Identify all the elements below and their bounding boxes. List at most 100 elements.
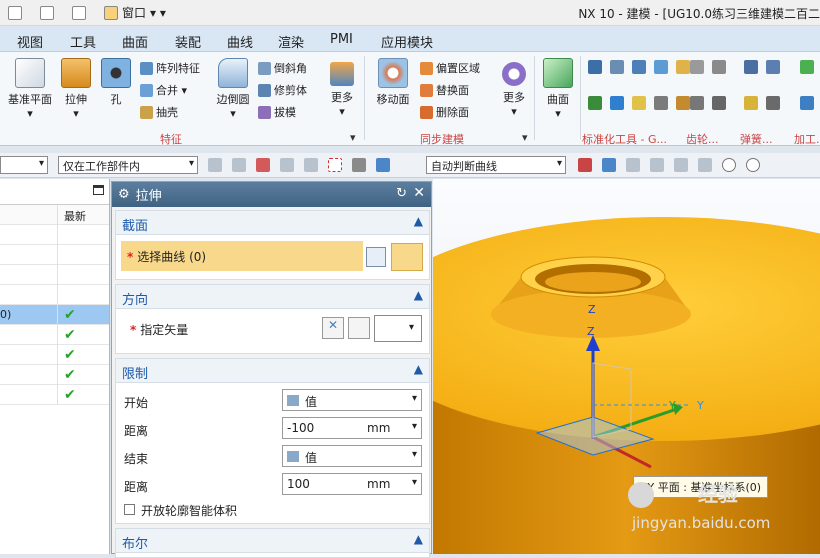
snap-end-icon[interactable]	[232, 158, 246, 172]
circle-icon[interactable]	[722, 158, 736, 172]
select-box-icon[interactable]	[328, 158, 342, 172]
spring-delete-icon[interactable]	[766, 96, 780, 110]
start-distance-input[interactable]: -100 mm ▾	[282, 417, 422, 439]
collapse-icon[interactable]: ▲	[414, 214, 423, 228]
tab-application[interactable]: 应用模块	[381, 32, 433, 51]
wrench-icon[interactable]	[610, 96, 624, 110]
collapse-icon[interactable]: ▲	[414, 288, 423, 302]
window-icon[interactable]	[104, 5, 118, 20]
table-row[interactable]: ✔	[0, 385, 109, 405]
gear-pair-icon[interactable]	[712, 60, 726, 74]
table-row[interactable]	[0, 245, 109, 265]
collapse-icon[interactable]: ▲	[414, 362, 423, 376]
edge-blend-button[interactable]: 边倒圆 ▾	[212, 58, 254, 120]
vector-dialog-icon[interactable]	[348, 317, 370, 339]
extrude-button[interactable]: 拉伸 ▾	[58, 58, 94, 120]
layers-icon[interactable]	[632, 60, 646, 74]
trim-body-button[interactable]: 修剪体	[258, 82, 307, 98]
tab-view[interactable]: 视图	[17, 32, 43, 51]
close-icon[interactable]: ✕	[413, 185, 425, 201]
edit-icon[interactable]	[72, 5, 86, 20]
end-distance-input[interactable]: 100 mm ▾	[282, 473, 422, 495]
sketch-section-icon[interactable]	[366, 247, 386, 267]
bearing-icon[interactable]	[654, 96, 668, 110]
tab-render[interactable]: 渲染	[278, 32, 304, 51]
table-row[interactable]	[0, 285, 109, 305]
spline-icon[interactable]	[674, 158, 688, 172]
table-row[interactable]	[0, 225, 109, 245]
gear-icon[interactable]	[690, 60, 704, 74]
gear-rack-icon[interactable]	[690, 96, 704, 110]
tab-surface[interactable]: 曲面	[122, 32, 148, 51]
limits-header[interactable]: 限制 ▲	[116, 359, 429, 383]
point-icon[interactable]	[698, 158, 712, 172]
curve-icon[interactable]	[650, 158, 664, 172]
reset-icon[interactable]: ↻	[396, 186, 407, 201]
table-row[interactable]: ✔	[0, 325, 109, 345]
shell-button[interactable]: 抽壳	[140, 104, 178, 120]
feature-more-button[interactable]: 更多 ▾	[324, 58, 360, 118]
scope-select[interactable]: 仅在工作部件内	[58, 156, 198, 174]
bolt-icon[interactable]	[588, 96, 602, 110]
collapse-icon[interactable]: ▲	[414, 532, 423, 546]
gear-icon[interactable]: ⚙	[118, 187, 130, 202]
select-part-icon[interactable]	[376, 158, 390, 172]
sync-group-expand-icon[interactable]: ▾	[522, 131, 528, 144]
curve-select-icon[interactable]	[391, 243, 423, 271]
delete-face-button[interactable]: 删除面	[420, 104, 469, 120]
table-row[interactable]: ✔	[0, 345, 109, 365]
snap-quad-icon[interactable]	[304, 158, 318, 172]
table-row-selected[interactable]: 0) ✔	[0, 305, 109, 325]
stop-at-intersection-icon[interactable]	[578, 158, 592, 172]
tool-icon[interactable]	[800, 96, 814, 110]
table-row[interactable]: ✔	[0, 365, 109, 385]
move-face-button[interactable]: 移动面	[372, 58, 414, 107]
end-type-select[interactable]: 值 ▾	[282, 445, 422, 467]
tab-pmi[interactable]: PMI	[330, 32, 353, 47]
grid-icon[interactable]	[588, 60, 602, 74]
feature-group-expand-icon[interactable]: ▾	[350, 131, 356, 144]
section-header[interactable]: 截面 ▲	[116, 211, 429, 235]
chamfer-button[interactable]: 倒斜角	[258, 60, 307, 76]
type-filter-select[interactable]	[0, 156, 48, 174]
gear-bevel-icon[interactable]	[712, 96, 726, 110]
boolean-header[interactable]: 布尔 ▲	[116, 529, 429, 553]
tab-curve[interactable]: 曲线	[227, 32, 253, 51]
snap-mid-icon[interactable]	[256, 158, 270, 172]
select-body-icon[interactable]	[352, 158, 366, 172]
hole-button[interactable]: 孔	[98, 58, 134, 107]
select-curve-row[interactable]: * 选择曲线 (0)	[121, 241, 363, 271]
start-type-select[interactable]: 值 ▾	[282, 389, 422, 411]
unite-button[interactable]: 合并 ▾	[140, 82, 187, 98]
target-icon[interactable]	[746, 158, 760, 172]
pattern-feature-button[interactable]: 阵列特征	[140, 60, 200, 76]
snap-point-icon[interactable]	[208, 158, 222, 172]
maximize-icon[interactable]	[93, 185, 104, 195]
chain-icon[interactable]	[626, 158, 640, 172]
offset-region-button[interactable]: 偏置区域	[420, 60, 480, 76]
replace-face-button[interactable]: 替换面	[420, 82, 469, 98]
tab-tools[interactable]: 工具	[70, 32, 96, 51]
print-icon[interactable]	[40, 5, 54, 20]
draft-button[interactable]: 拔模	[258, 104, 296, 120]
vector-type-select[interactable]: ▾	[374, 315, 422, 342]
surface-button[interactable]: 曲面 ▾	[540, 58, 576, 120]
snap-center-icon[interactable]	[280, 158, 294, 172]
reverse-direction-icon[interactable]: ✕	[322, 317, 344, 339]
table-row[interactable]	[0, 265, 109, 285]
table-icon[interactable]	[610, 60, 624, 74]
part-icon[interactable]	[654, 60, 668, 74]
direction-header[interactable]: 方向 ▲	[116, 285, 429, 309]
window-menu[interactable]: 窗口	[122, 4, 146, 21]
nut-icon[interactable]	[632, 96, 646, 110]
window-menu-chevron-icon[interactable]: ▾ ▾	[150, 6, 166, 20]
key-icon[interactable]	[676, 96, 690, 110]
tag-icon[interactable]	[676, 60, 690, 74]
sync-more-button[interactable]: 更多 ▾	[496, 58, 532, 118]
open-profile-checkbox[interactable]	[124, 504, 135, 515]
spring-icon[interactable]	[744, 60, 758, 74]
curve-rule-select[interactable]: 自动判断曲线	[426, 156, 566, 174]
check-icon[interactable]	[800, 60, 814, 74]
datum-plane-button[interactable]: 基准平面 ▾	[6, 58, 54, 120]
follow-fillet-icon[interactable]	[602, 158, 616, 172]
